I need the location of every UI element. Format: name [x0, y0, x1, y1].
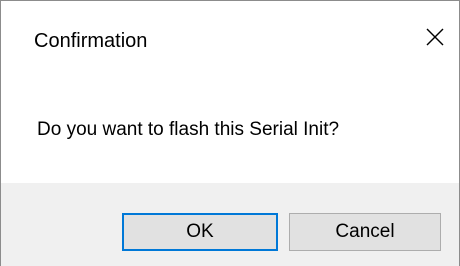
dialog-title: Confirmation: [34, 30, 148, 52]
title-bar: Confirmation: [1, 1, 459, 85]
cancel-button[interactable]: Cancel: [289, 213, 441, 251]
close-icon: [425, 27, 445, 47]
ok-button[interactable]: OK: [122, 213, 278, 251]
confirmation-dialog: Confirmation Do you want to flash this S…: [0, 0, 460, 266]
button-area: OK Cancel: [1, 183, 459, 266]
dialog-message: Do you want to flash this Serial Init?: [37, 119, 340, 140]
close-button[interactable]: [415, 17, 455, 57]
